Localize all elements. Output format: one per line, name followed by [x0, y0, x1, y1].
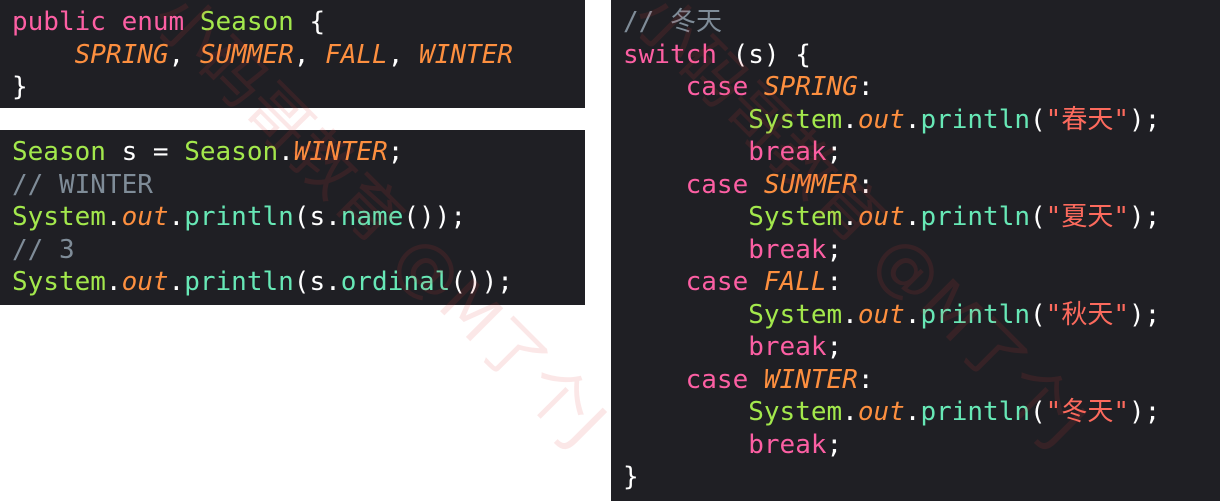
keyword-case: case [685, 72, 749, 102]
field-name: out [121, 267, 169, 297]
code-line: System.out.println("冬天"); [748, 397, 1161, 427]
class-name: System [748, 202, 843, 232]
string-literal: "秋天" [1045, 299, 1129, 330]
method-name: println [920, 202, 1031, 232]
keyword-case: case [685, 267, 749, 297]
code-line: // 冬天 [623, 6, 1220, 39]
enum-name: Season [199, 7, 294, 37]
enum-constant: WINTER [419, 39, 513, 70]
keyword-public: public [12, 7, 106, 37]
variable-name: s [309, 267, 326, 297]
code-line: break; [748, 234, 843, 265]
code-comment: // WINTER [12, 169, 153, 200]
code-line: System.out.println("秋天"); [748, 299, 1161, 330]
code-line: case WINTER: [685, 364, 874, 395]
case-label: SUMMER [763, 169, 858, 200]
method-name: println [184, 267, 294, 297]
code-line: System.out.println(s.name()); [12, 202, 466, 232]
case-label: SPRING [763, 72, 858, 102]
method-name: println [184, 202, 294, 232]
code-comment: // 冬天 [623, 7, 722, 37]
code-line: System.out.println("夏天"); [748, 202, 1161, 232]
open-brace: { [795, 39, 811, 70]
method-name: println [920, 397, 1031, 427]
code-line: break; [748, 429, 843, 460]
method-name: println [920, 104, 1031, 135]
enum-constant: WINTER [293, 137, 388, 167]
code-line: break; [748, 137, 843, 167]
code-comment: // 3 [12, 234, 75, 265]
enum-constant: SUMMER [199, 39, 294, 70]
type-name: Season [12, 137, 106, 167]
keyword-break: break [748, 137, 827, 167]
field-name: out [121, 202, 169, 232]
code-line: Season s = Season.WINTER; [12, 137, 404, 167]
class-name: System [12, 267, 106, 297]
code-line: // WINTER [12, 169, 585, 202]
method-name: name [340, 202, 404, 232]
code-line: case FALL: [685, 267, 843, 297]
field-name: out [857, 104, 905, 135]
code-line: } [12, 71, 585, 104]
code-line: break; [748, 332, 843, 362]
variable-name: s [121, 137, 138, 167]
switch-argument: (s) [732, 39, 780, 70]
keyword-break: break [748, 234, 827, 265]
case-label: WINTER [763, 364, 858, 395]
keyword-break: break [748, 429, 827, 460]
case-label: FALL [763, 267, 827, 297]
enum-constant: SPRING [74, 39, 169, 70]
string-literal: "春天" [1045, 104, 1129, 135]
code-panel-enum: public enum Season { SPRING, SUMMER, FAL… [0, 0, 585, 108]
keyword-switch: switch [623, 39, 717, 70]
code-line: System.out.println(s.ordinal()); [12, 267, 513, 297]
code-line: // 3 [12, 234, 585, 267]
field-name: out [857, 202, 905, 232]
enum-constant: FALL [325, 39, 388, 70]
code-line: public enum Season { [12, 6, 585, 39]
keyword-enum: enum [121, 7, 185, 37]
code-line: case SUMMER: [685, 169, 874, 200]
string-literal: "冬天" [1045, 397, 1129, 427]
class-name: System [748, 397, 843, 427]
field-name: out [857, 299, 905, 330]
close-brace: } [623, 462, 639, 492]
code-line: SPRING, SUMMER, FALL, WINTER [74, 39, 513, 70]
keyword-case: case [685, 169, 749, 200]
class-name: System [12, 202, 106, 232]
semicolon: ; [387, 137, 404, 167]
keyword-break: break [748, 332, 827, 362]
class-name: System [748, 299, 843, 330]
method-name: println [920, 299, 1031, 330]
code-line: } [623, 461, 1220, 494]
code-line: case SPRING: [685, 72, 874, 102]
keyword-case: case [685, 364, 749, 395]
close-brace: } [12, 72, 28, 102]
string-literal: "夏天" [1045, 202, 1129, 232]
open-brace: { [309, 7, 326, 37]
code-line: System.out.println("春天"); [748, 104, 1161, 135]
class-name: Season [184, 137, 279, 167]
field-name: out [857, 397, 905, 427]
variable-name: s [309, 202, 326, 232]
class-name: System [748, 104, 843, 135]
code-panel-usage: Season s = Season.WINTER; // WINTER Syst… [0, 130, 585, 305]
code-line: switch (s) { [623, 39, 1220, 72]
code-panel-switch: // 冬天 switch (s) { case SPRING: System.o… [611, 0, 1220, 501]
method-name: ordinal [340, 267, 451, 297]
